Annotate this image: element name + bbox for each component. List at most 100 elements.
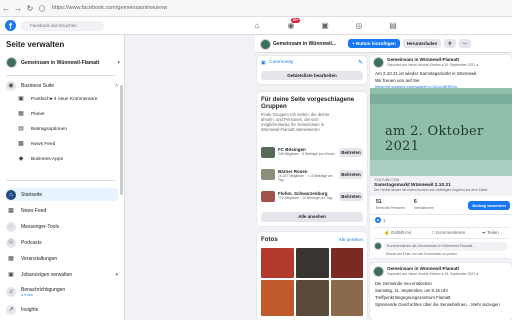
edit-pencil-icon[interactable]: ✎ — [358, 59, 363, 66]
share-icon: ➦ — [482, 230, 486, 235]
add-button-button[interactable]: + Button hinzufügen — [348, 39, 400, 48]
photo-thumbnail[interactable] — [331, 280, 363, 316]
search-input[interactable] — [20, 20, 104, 31]
newsfeed-icon: ▩ — [16, 139, 26, 149]
more-options-button[interactable]: ⋯ — [458, 39, 472, 48]
comment-input[interactable]: Kommentieren als Gemeinsam in Wünnewil-F… — [384, 242, 508, 251]
sidebar-item-beitragsoptionen[interactable]: ▤ Beitragsoptionen — [16, 123, 116, 135]
home-icon: ⌂ — [6, 189, 16, 200]
address-bar[interactable]: https://www.facebook.com/gemeinsaminwuen… — [52, 5, 167, 11]
options-icon: ▤ — [16, 124, 26, 134]
marketplace-nav-icon[interactable]: ▣ — [308, 17, 342, 35]
post-meta: Gepostet von Hanni Hunkle-Strahm ● 18. S… — [387, 272, 479, 276]
group-thumbnail — [261, 147, 275, 158]
comment-hint: Drücke auf Enter, um den Kommentar zu po… — [386, 252, 458, 256]
boost-post-button[interactable]: Beitrag bewerben — [468, 201, 510, 210]
reach-label: Erreichte Personen — [376, 206, 406, 210]
facebook-logo-icon[interactable]: f — [5, 20, 16, 31]
search-page-button[interactable]: ⚲ — [444, 39, 456, 48]
reaction-count[interactable]: 1 — [383, 218, 386, 223]
download-button[interactable]: Herunterladen — [402, 39, 442, 48]
post2-line-3: Treffpunkt Begegnungszentrum Flamatt — [375, 295, 451, 300]
reload-icon[interactable]: ↻ — [24, 4, 36, 13]
post2-line-4[interactable]: Spannende Geschichten über die Sensebahn… — [375, 302, 511, 307]
calendar-icon: ▦ — [6, 253, 16, 264]
photo-thumbnail[interactable] — [331, 248, 363, 278]
group-row: Flohm. Schwarzenburg 776 Mitglieder · 10… — [261, 189, 365, 206]
sidebar-item-jobanzeigen[interactable]: ▣ Jobanzeigen verwalten ▾ — [6, 268, 118, 281]
comment-button[interactable]: □ Kommentieren — [432, 230, 465, 235]
sidebar-item-business-suite[interactable]: ◉ Business Suite ˄ — [6, 79, 118, 92]
like-button[interactable]: ☝ Gefällt mir — [384, 230, 411, 236]
post-text-1: Am 2.10.21 ist wieder Samstagsmarkt in W… — [375, 71, 478, 76]
show-all-groups-button[interactable]: Alle ansehen — [261, 212, 363, 222]
page-selector[interactable]: Gemeinsam in Wünnewil-Flamatt ▾ — [6, 54, 120, 71]
photo-thumbnail[interactable] — [261, 280, 294, 316]
sidebar-item-business-apps[interactable]: ◆ Business-Apps — [16, 153, 116, 165]
sidebar-item-veranstaltungen[interactable]: ▦ Veranstaltungen — [6, 252, 118, 265]
notifications-nav-icon[interactable]: ◉ 20+ — [274, 17, 308, 35]
bell-icon: ♫ — [6, 287, 16, 297]
sidebar-item-news-feed[interactable]: ▩ News Feed — [6, 204, 118, 217]
reach-value: 51 — [376, 199, 382, 205]
group-row: FC Bösingen 248 Mitglieder · 5 Beiträge … — [261, 145, 365, 162]
post-meta: Gepostet von Hanni Hunkle-Strahm ● 30. S… — [387, 63, 479, 67]
community-label: Community — [269, 60, 294, 65]
sidebar-item-planer[interactable]: ▦ Planer — [16, 108, 116, 120]
sidebar-scrollbar[interactable] — [120, 85, 123, 195]
page-avatar — [6, 57, 17, 68]
sidebar-item-insights[interactable]: ↗ Insights — [6, 303, 118, 316]
page-name: Gemeinsam in Wünnewil-Flamatt — [21, 59, 100, 66]
briefcase-icon: ◉ — [6, 80, 16, 91]
interactions-label: Interaktionen — [414, 206, 434, 210]
link-preview-info[interactable]: YOUTUBE.COM Samstagsmarkt Wünnewil 2.10.… — [370, 176, 512, 196]
banner-date-text: am 2. Oktober 2021 — [385, 124, 484, 154]
insights-icon: ↗ — [6, 304, 16, 315]
join-group-button[interactable]: Beitreten — [339, 170, 363, 179]
lock-icon: ◯ — [38, 5, 46, 12]
chevron-down-icon: ▾ — [117, 59, 120, 66]
post-author[interactable]: Gemeinsam in Wünnewil-Flamatt — [387, 57, 511, 62]
sidebar-item-messenger-tools[interactable]: ◌ Messenger-Tools — [6, 220, 118, 233]
join-group-button[interactable]: Beitreten — [339, 192, 363, 201]
sidebar-item-benachrichtigungen[interactable]: ♫ Benachrichtigungen ● 9 neu — [6, 284, 118, 300]
group-thumbnail — [261, 169, 275, 180]
sidebar-item-podcasts[interactable]: ☉ Podcasts — [6, 236, 118, 249]
group-row: Bärner Rosen 16.247 Mitglieder · > 10 Be… — [261, 167, 365, 184]
post-stats: 51 Erreichte Personen 6 Interaktionen Be… — [370, 198, 512, 214]
forward-arrow-icon[interactable]: → — [12, 4, 24, 13]
home-nav-icon[interactable]: ⌂ — [240, 17, 274, 35]
sidebar-item-news-feed-sub[interactable]: ▩ News Feed — [16, 138, 116, 150]
inbox-icon: ▣ — [16, 94, 26, 104]
facebook-top-bar: f ⚲ ⌂ ◉20+ ▣ ◎ ▤ — [0, 17, 512, 35]
post-author-avatar — [373, 57, 384, 68]
manage-page-sidebar: Seite verwalten Gemeinsam in Wünnewil-Fl… — [0, 35, 125, 320]
header-page-name: Gemeinsam in Wünnewil... — [273, 40, 337, 47]
page-header-bar: Gemeinsam in Wünnewil... + Button hinzuf… — [255, 35, 512, 53]
post-text-2: Wir freuen uns auf Sie — [375, 78, 420, 83]
groups-nav-icon[interactable]: ◎ — [342, 17, 376, 35]
suggested-groups-card: Für deine Seite vorgeschlagene Gruppen F… — [257, 92, 367, 226]
photos-title: Fotos — [261, 236, 278, 243]
sidebar-item-startseite[interactable]: ⌂ Startseite — [6, 188, 118, 201]
join-group-button[interactable]: Beitreten — [339, 148, 363, 157]
photos-see-all-link[interactable]: Alle ansehen — [339, 237, 363, 242]
post2-line-2: Samstag, 11. September, um 8.15 Uhr — [375, 288, 449, 293]
post-author[interactable]: Gemeinsam in Wünnewil-Flamatt — [387, 266, 459, 271]
post-video-preview[interactable]: am 2. Oktober 2021 — [370, 88, 512, 176]
sidebar-item-postfach[interactable]: ▣ Postfach● 4 neue Kommentare — [16, 93, 116, 105]
photo-thumbnail[interactable] — [261, 248, 294, 278]
commenter-avatar — [374, 242, 382, 250]
photo-thumbnail[interactable] — [296, 280, 329, 316]
apps-icon: ◆ — [16, 154, 26, 164]
back-arrow-icon[interactable]: ← — [0, 4, 12, 13]
edit-area-list-button[interactable]: Gebietsliste bearbeiten — [261, 71, 363, 80]
photo-thumbnail[interactable] — [296, 248, 329, 278]
interactions-value: 6 — [414, 199, 417, 205]
post-actions-area: ▲ 1 ☝ Gefällt mir □ Kommentieren ➦ Teile… — [370, 214, 512, 258]
gaming-nav-icon[interactable]: ▤ — [376, 17, 410, 35]
share-button[interactable]: ➦ Teilen — [482, 230, 499, 236]
calendar-icon: ▦ — [16, 109, 26, 119]
photos-card: Fotos Alle ansehen — [257, 232, 367, 320]
post-author-avatar — [373, 266, 384, 277]
